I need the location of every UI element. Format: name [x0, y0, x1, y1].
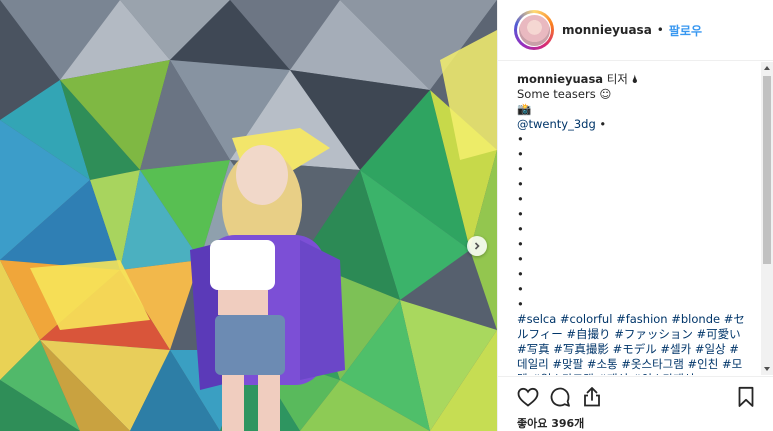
like-button[interactable]: [516, 385, 540, 409]
triangle-down-icon: [764, 367, 770, 371]
caption-bullet: •: [517, 177, 524, 191]
caption-bullet: •: [517, 132, 524, 146]
caption-line: Some teasers ☺: [517, 87, 612, 101]
caption-mention[interactable]: @twenty_3dg: [517, 117, 596, 131]
mural-artwork: [0, 0, 497, 431]
scroll-thumb[interactable]: [763, 76, 771, 264]
comment-icon: [550, 387, 570, 407]
post-side-panel: monnieyuasa • 팔로우 monnieyuasa 티저 🌢 Some …: [497, 0, 773, 431]
caption-bullet: •: [517, 237, 524, 251]
triangle-up-icon: [764, 66, 770, 70]
caption-bullet: •: [517, 252, 524, 266]
header-username[interactable]: monnieyuasa: [562, 23, 652, 37]
avatar[interactable]: [514, 10, 554, 50]
post-actions: 좋아요 396개: [498, 376, 773, 431]
scroll-up-button[interactable]: [761, 62, 773, 74]
caption-bullet: •: [517, 222, 524, 236]
caption-bullet: •: [517, 207, 524, 221]
post-photo[interactable]: [0, 0, 497, 431]
next-photo-button[interactable]: [467, 236, 487, 256]
caption-emoji-line: 📸: [517, 102, 532, 116]
header-separator: •: [656, 23, 664, 37]
avatar-image: [518, 14, 550, 46]
bookmark-icon: [738, 386, 754, 407]
caption-bullet: •: [517, 192, 524, 206]
caption-bullet: •: [517, 162, 524, 176]
caption-scrollbar[interactable]: [761, 62, 773, 375]
chevron-right-icon: [474, 242, 480, 250]
caption-bullet: •: [517, 282, 524, 296]
caption-bullet: •: [517, 267, 524, 281]
caption-hashtags[interactable]: #selca #colorful #fashion #blonde #セルフィー…: [517, 312, 745, 375]
save-button[interactable]: [734, 385, 758, 409]
scroll-down-button[interactable]: [761, 363, 773, 375]
caption-bullet: •: [517, 147, 524, 161]
caption-username[interactable]: monnieyuasa: [517, 72, 603, 86]
mention-suffix: •: [595, 117, 607, 131]
comment-button[interactable]: [548, 385, 572, 409]
caption-title: 티저 🌢: [606, 72, 639, 86]
share-icon: [584, 387, 600, 407]
post-header: monnieyuasa • 팔로우: [498, 0, 773, 61]
likes-count[interactable]: 좋아요 396개: [517, 415, 584, 431]
caption-bullet: •: [517, 297, 524, 311]
caption-area: monnieyuasa 티저 🌢 Some teasers ☺ 📸 @twent…: [498, 62, 762, 375]
follow-button[interactable]: 팔로우: [669, 22, 702, 39]
share-button[interactable]: [580, 385, 604, 409]
heart-icon: [517, 387, 539, 407]
